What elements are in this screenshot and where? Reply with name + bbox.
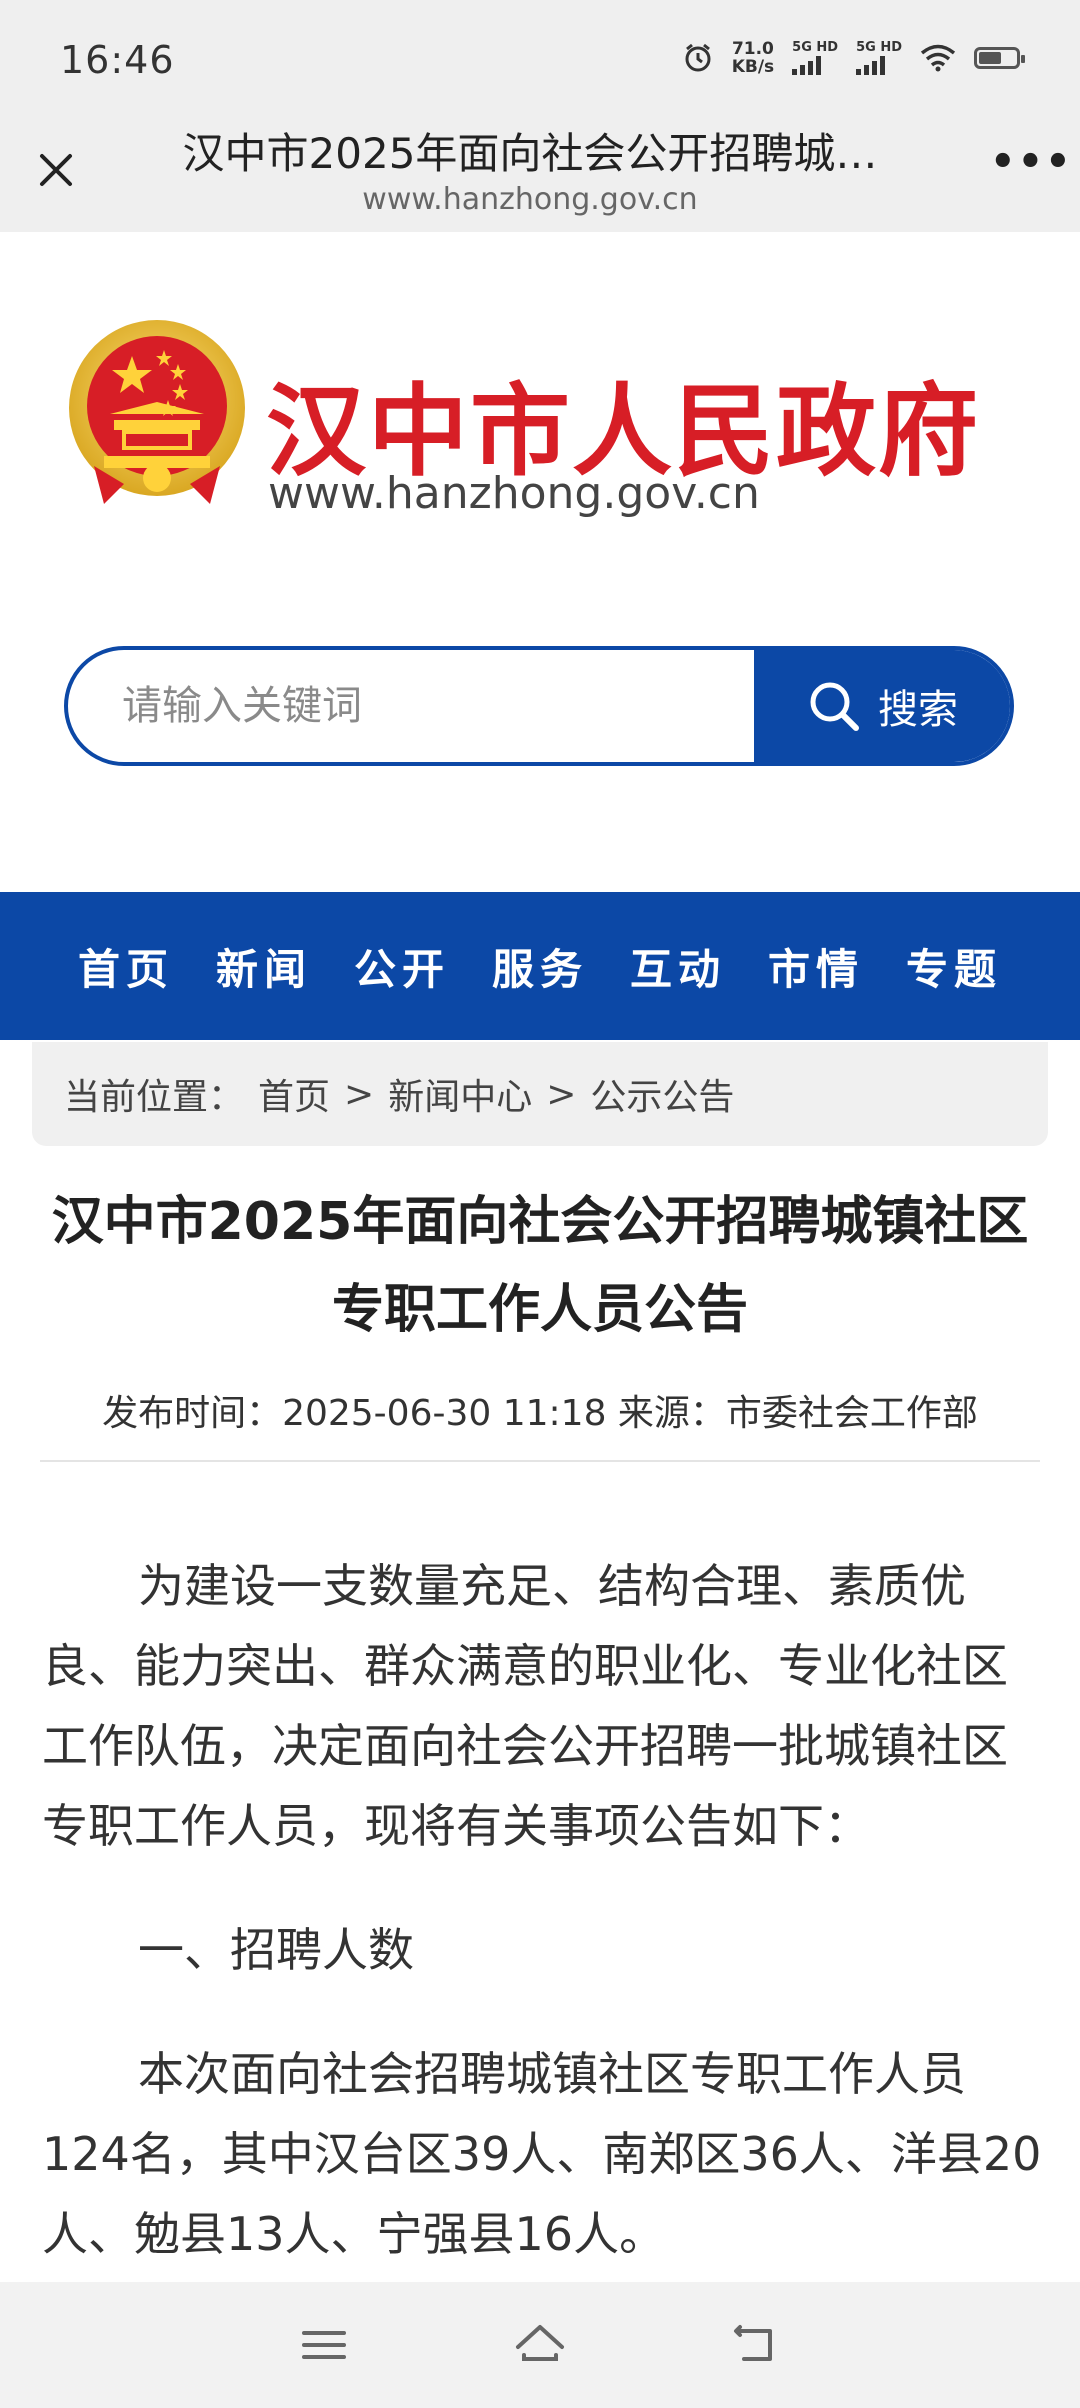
alarm-icon <box>685 43 711 72</box>
status-time: 16:46 <box>60 38 175 82</box>
net-speed: 71.0 KB/s <box>732 40 774 76</box>
search-icon <box>810 682 859 731</box>
home-icon[interactable] <box>512 2317 568 2373</box>
search-button-label: 搜索 <box>878 687 958 733</box>
article-title-line2: 专职工作人员公告 <box>331 1280 748 1340</box>
menu-icon[interactable] <box>296 2317 352 2373</box>
nav-item-public[interactable]: 公开 <box>354 936 450 997</box>
article-section-heading: 一、招聘人数 <box>138 1923 414 1977</box>
nav-item-city-info[interactable]: 市情 <box>768 936 864 997</box>
nav-item-news[interactable]: 新闻 <box>216 936 312 997</box>
divider <box>40 1460 1040 1462</box>
signal-sim1: 5G HD <box>792 41 838 75</box>
page-tab-title: 汉中市2025年面向社会公开招聘城… <box>182 129 878 178</box>
article-paragraph: 本次面向社会招聘城镇社区专职工作人员124名，其中汉台区39人、南郑区36人、洋… <box>42 2047 1042 2261</box>
signal-bars-icon <box>792 55 822 75</box>
system-navigation-bar <box>0 2282 1080 2408</box>
article-meta: 发布时间：2025-06-30 11:18 来源：市委社会工作部 <box>102 1393 978 1434</box>
search-input[interactable] <box>68 650 758 762</box>
sim2-label: 5G HD <box>856 40 902 55</box>
page-url[interactable]: www.hanzhong.gov.cn <box>150 182 910 217</box>
breadcrumb-news-center[interactable]: 新闻中心 <box>388 1068 532 1120</box>
article-title: 汉中市2025年面向社会公开招聘城镇社区 专职工作人员公告 <box>40 1178 1040 1354</box>
search-box: 搜索 <box>64 646 1014 766</box>
wifi-icon <box>920 44 956 72</box>
sim1-label: 5G HD <box>792 40 839 55</box>
nav-item-service[interactable]: 服务 <box>492 936 588 997</box>
battery-fill <box>979 52 1001 64</box>
signal-bars-icon <box>856 55 886 75</box>
breadcrumb-notices[interactable]: 公示公告 <box>590 1068 734 1120</box>
breadcrumb-separator: > <box>344 1073 375 1115</box>
breadcrumb-home[interactable]: 首页 <box>258 1068 330 1120</box>
browser-header: 汉中市2025年面向社会公开招聘城… www.hanzhong.gov.cn •… <box>0 120 1080 232</box>
article-body: 为建设一支数量充足、结构合理、素质优良、能力突出、群众满意的职业化、专业化社区工… <box>42 1546 1042 2318</box>
breadcrumb: 当前位置： 首页 > 新闻中心 > 公示公告 <box>32 1042 1048 1146</box>
article-title-line1: 汉中市2025年面向社会公开招聘城镇社区 <box>51 1192 1029 1252</box>
search-button[interactable]: 搜索 <box>754 650 1010 762</box>
more-options-icon[interactable]: ••• <box>990 142 1071 192</box>
back-icon[interactable] <box>728 2317 784 2373</box>
breadcrumb-label: 当前位置： <box>64 1077 245 1118</box>
breadcrumb-separator: > <box>546 1073 577 1115</box>
national-emblem-logo[interactable] <box>64 316 250 512</box>
net-speed-unit: KB/s <box>731 57 775 77</box>
close-icon[interactable] <box>28 142 84 198</box>
status-bar: 16:46 71.0 KB/s 5G HD 5G HD <box>0 0 1080 120</box>
article-paragraph: 为建设一支数量充足、结构合理、素质优良、能力突出、群众满意的职业化、专业化社区工… <box>42 1559 1008 1853</box>
main-nav: 首页 新闻 公开 服务 互动 市情 专题 <box>0 892 1080 1040</box>
net-speed-value: 71.0 <box>731 39 774 59</box>
status-icons: 71.0 KB/s 5G HD 5G HD <box>682 40 1025 76</box>
nav-item-interaction[interactable]: 互动 <box>630 936 726 997</box>
nav-item-home[interactable]: 首页 <box>78 936 174 997</box>
signal-sim2: 5G HD <box>856 41 902 75</box>
nav-item-topics[interactable]: 专题 <box>906 936 1002 997</box>
site-header: 汉中市人民政府 www.hanzhong.gov.cn 搜索 <box>0 232 1080 892</box>
site-url: www.hanzhong.gov.cn <box>268 468 760 519</box>
battery-icon <box>974 47 1025 69</box>
